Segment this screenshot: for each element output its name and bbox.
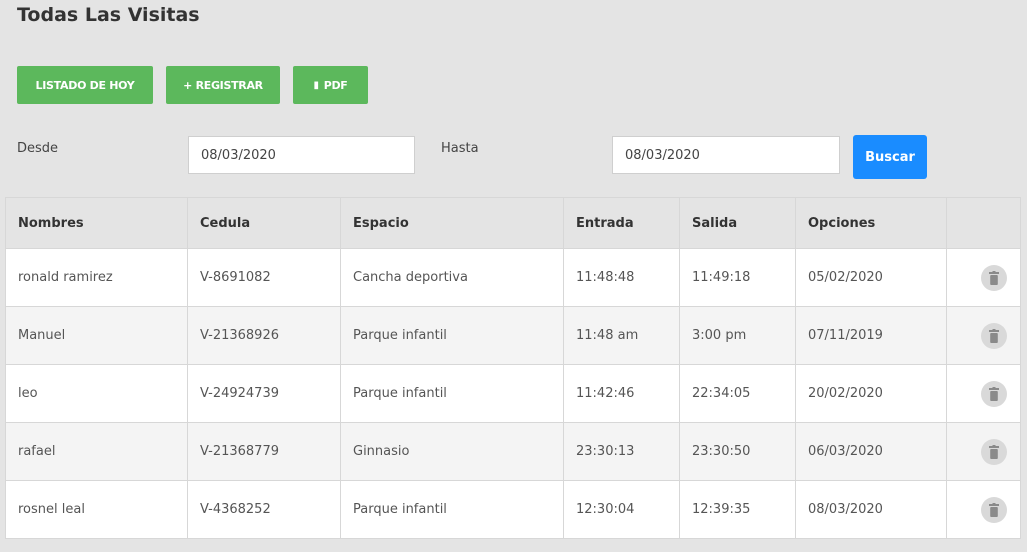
cell-actions — [946, 364, 1021, 423]
trash-icon[interactable] — [981, 438, 1007, 465]
cell-espacio: Parque infantil — [340, 306, 564, 365]
header-salida: Salida — [679, 197, 796, 249]
header-cedula: Cedula — [187, 197, 341, 249]
cell-fecha: 05/02/2020 — [795, 248, 947, 307]
cell-salida: 23:30:50 — [679, 422, 796, 481]
cell-nombre: rosnel leal — [5, 480, 188, 539]
visits-table: Nombres Cedula Espacio Entrada Salida Op… — [5, 197, 1021, 539]
cell-entrada: 11:48:48 — [563, 248, 680, 307]
trash-icon[interactable] — [981, 496, 1007, 523]
cell-cedula: V-24924739 — [187, 364, 341, 423]
table-row: rosnel leal V-4368252 Parque infantil 12… — [5, 480, 1021, 539]
trash-icon[interactable] — [981, 322, 1007, 349]
cell-fecha: 07/11/2019 — [795, 306, 947, 365]
table-row: leo V-24924739 Parque infantil 11:42:46 … — [5, 364, 1021, 423]
cell-nombre: ronald ramirez — [5, 248, 188, 307]
cell-fecha: 20/02/2020 — [795, 364, 947, 423]
cell-actions — [946, 248, 1021, 307]
cell-cedula: V-21368926 — [187, 306, 341, 365]
cell-espacio: Parque infantil — [340, 364, 564, 423]
file-icon: ▮ — [313, 79, 319, 91]
table-row: ronald ramirez V-8691082 Cancha deportiv… — [5, 248, 1021, 307]
cell-fecha: 06/03/2020 — [795, 422, 947, 481]
cell-nombre: leo — [5, 364, 188, 423]
header-espacio: Espacio — [340, 197, 564, 249]
cell-nombre: Manuel — [5, 306, 188, 365]
cell-salida: 22:34:05 — [679, 364, 796, 423]
from-date-input[interactable]: 08/03/2020 — [188, 136, 415, 174]
cell-entrada: 11:48 am — [563, 306, 680, 365]
to-date-value: 08/03/2020 — [625, 147, 700, 163]
trash-icon[interactable] — [981, 380, 1007, 407]
cell-salida: 3:00 pm — [679, 306, 796, 365]
cell-entrada: 11:42:46 — [563, 364, 680, 423]
from-date-value: 08/03/2020 — [201, 147, 276, 163]
cell-fecha: 08/03/2020 — [795, 480, 947, 539]
to-date-input[interactable]: 08/03/2020 — [612, 136, 840, 174]
from-label: Desde — [17, 141, 59, 156]
table-row: Manuel V-21368926 Parque infantil 11:48 … — [5, 306, 1021, 365]
cell-cedula: V-21368779 — [187, 422, 341, 481]
cell-cedula: V-4368252 — [187, 480, 341, 539]
cell-entrada: 12:30:04 — [563, 480, 680, 539]
to-label: Hasta — [441, 141, 479, 156]
cell-espacio: Ginnasio — [340, 422, 564, 481]
trash-icon[interactable] — [981, 264, 1007, 291]
table-row: rafael V-21368779 Ginnasio 23:30:13 23:3… — [5, 422, 1021, 481]
table-header-row: Nombres Cedula Espacio Entrada Salida Op… — [5, 197, 1021, 249]
header-actions — [946, 197, 1021, 249]
register-button[interactable]: + REGISTRAR — [166, 66, 280, 104]
register-label: + REGISTRAR — [183, 78, 263, 92]
header-opciones: Opciones — [795, 197, 947, 249]
cell-entrada: 23:30:13 — [563, 422, 680, 481]
today-list-label: LISTADO DE HOY — [35, 78, 135, 92]
page-title: Todas Las Visitas — [17, 4, 200, 26]
cell-salida: 11:49:18 — [679, 248, 796, 307]
header-entrada: Entrada — [563, 197, 680, 249]
cell-actions — [946, 480, 1021, 539]
cell-espacio: Cancha deportiva — [340, 248, 564, 307]
cell-espacio: Parque infantil — [340, 480, 564, 539]
search-label: Buscar — [865, 149, 915, 165]
cell-actions — [946, 422, 1021, 481]
cell-actions — [946, 306, 1021, 365]
header-nombres: Nombres — [5, 197, 188, 249]
pdf-label: PDF — [323, 78, 348, 92]
pdf-button[interactable]: ▮ PDF — [293, 66, 368, 104]
today-list-button[interactable]: LISTADO DE HOY — [17, 66, 153, 104]
cell-cedula: V-8691082 — [187, 248, 341, 307]
cell-salida: 12:39:35 — [679, 480, 796, 539]
cell-nombre: rafael — [5, 422, 188, 481]
search-button[interactable]: Buscar — [853, 135, 927, 179]
